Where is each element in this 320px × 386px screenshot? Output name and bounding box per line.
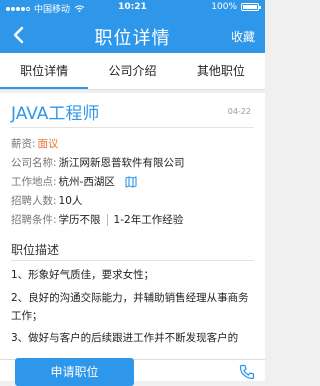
job-detail-card: JAVA工程师 04-22 薪资: 面议 公司名称: 浙江网新恩普软件有限公司 … [0, 93, 265, 380]
headcount-label: 招聘人数: [11, 195, 57, 207]
job-title: JAVA工程师 [11, 104, 100, 124]
conditions-row: 招聘条件: 学历不限 1-2年工作经验 [11, 212, 183, 227]
status-bar: 中国移动 10:21 100% [0, 0, 265, 16]
location-value: 杭州-西湖区 [58, 176, 115, 188]
description-line: 2、良好的沟通交际能力，并辅助销售经理从事商务工作； [11, 292, 249, 322]
tab-company-intro[interactable]: 公司介绍 [88, 53, 176, 89]
company-row: 公司名称: 浙江网新恩普软件有限公司 [11, 155, 185, 170]
headcount-value: 10人 [58, 195, 83, 207]
salary-row: 薪资: 面议 [11, 136, 59, 151]
tab-job-details[interactable]: 职位详情 [0, 53, 89, 89]
nav-bar: 职位详情 收藏 [0, 18, 265, 54]
education-requirement: 学历不限 [58, 214, 101, 226]
salary-label: 薪资: [11, 138, 36, 150]
salary-value: 面议 [37, 138, 59, 150]
tab-bar: 职位详情 公司介绍 其他职位 [0, 53, 265, 90]
description-heading: 职位描述 [11, 243, 60, 257]
headcount-row: 招聘人数: 10人 [11, 193, 82, 208]
divider [11, 127, 254, 128]
company-name: 浙江网新恩普软件有限公司 [58, 157, 185, 169]
location-row: 工作地点: 杭州-西湖区 [11, 174, 137, 189]
divider [11, 260, 254, 261]
separator [106, 213, 108, 226]
page-title: 职位详情 [94, 28, 171, 49]
tab-other-jobs[interactable]: 其他职位 [177, 53, 265, 89]
company-label: 公司名称: [11, 157, 57, 169]
battery-percent: 100% [211, 2, 237, 12]
description-line: 3、做好与客户的后续跟进工作并不断发现客户的 [11, 332, 239, 344]
phone-icon[interactable] [239, 364, 255, 380]
location-label: 工作地点: [11, 176, 57, 188]
post-date: 04-22 [227, 107, 251, 116]
map-icon[interactable] [125, 175, 137, 188]
description-line: 1、形象好气质佳，要求女性； [11, 269, 155, 281]
status-right: 100% [211, 2, 261, 12]
favorite-button[interactable]: 收藏 [231, 28, 255, 45]
conditions-label: 招聘条件: [11, 214, 57, 226]
apply-button[interactable]: 申请职位 [15, 358, 134, 386]
battery-icon [241, 3, 261, 11]
experience-requirement: 1-2年工作经验 [113, 214, 184, 226]
